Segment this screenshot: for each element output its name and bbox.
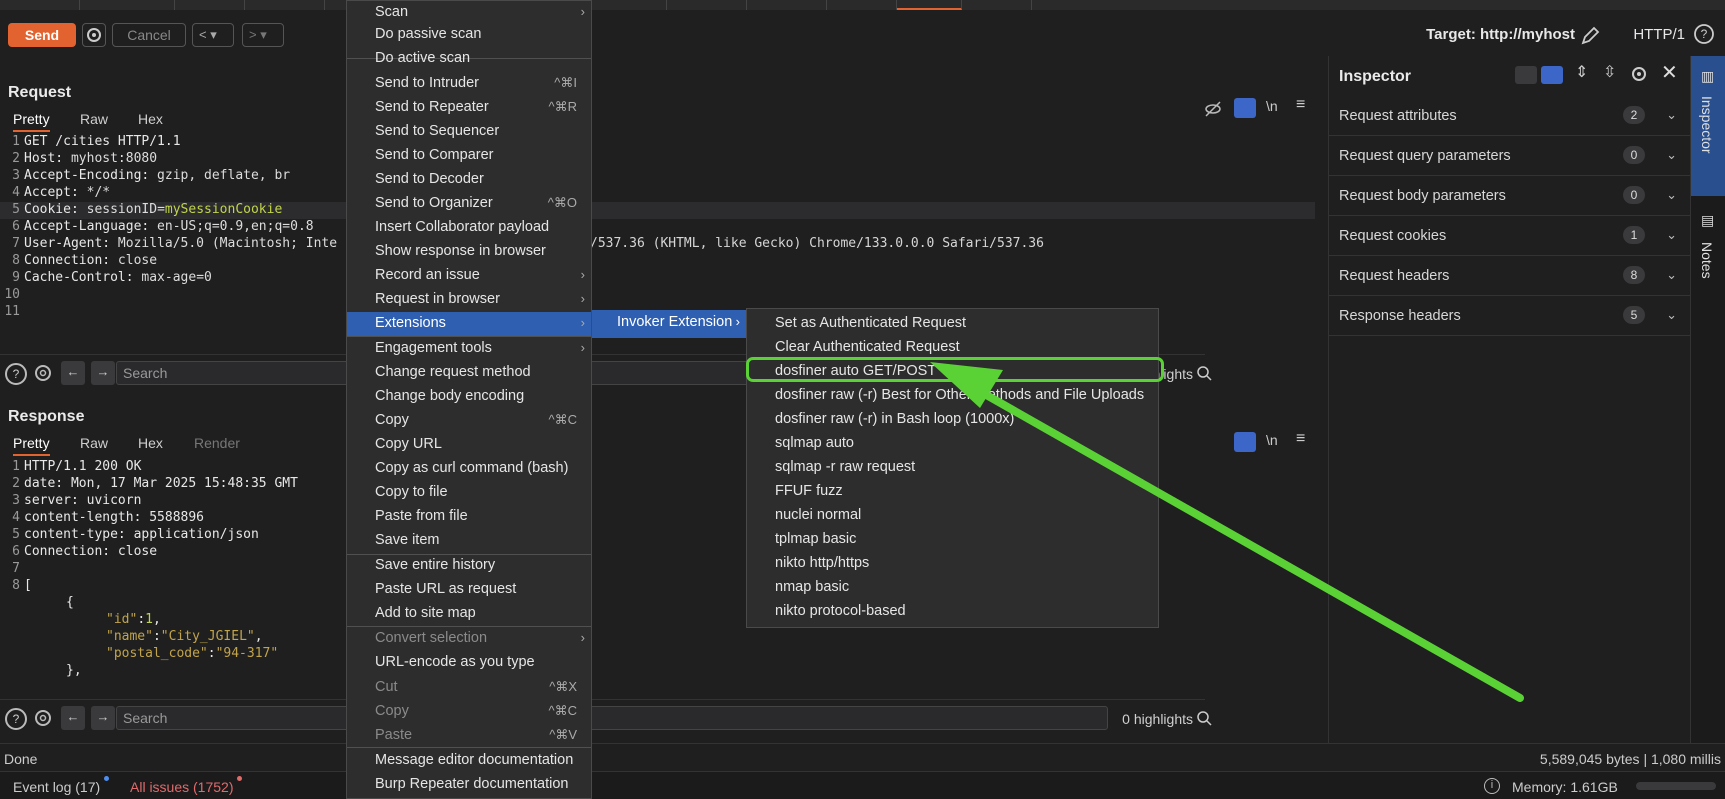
annotation-arrow-icon	[930, 362, 1524, 702]
